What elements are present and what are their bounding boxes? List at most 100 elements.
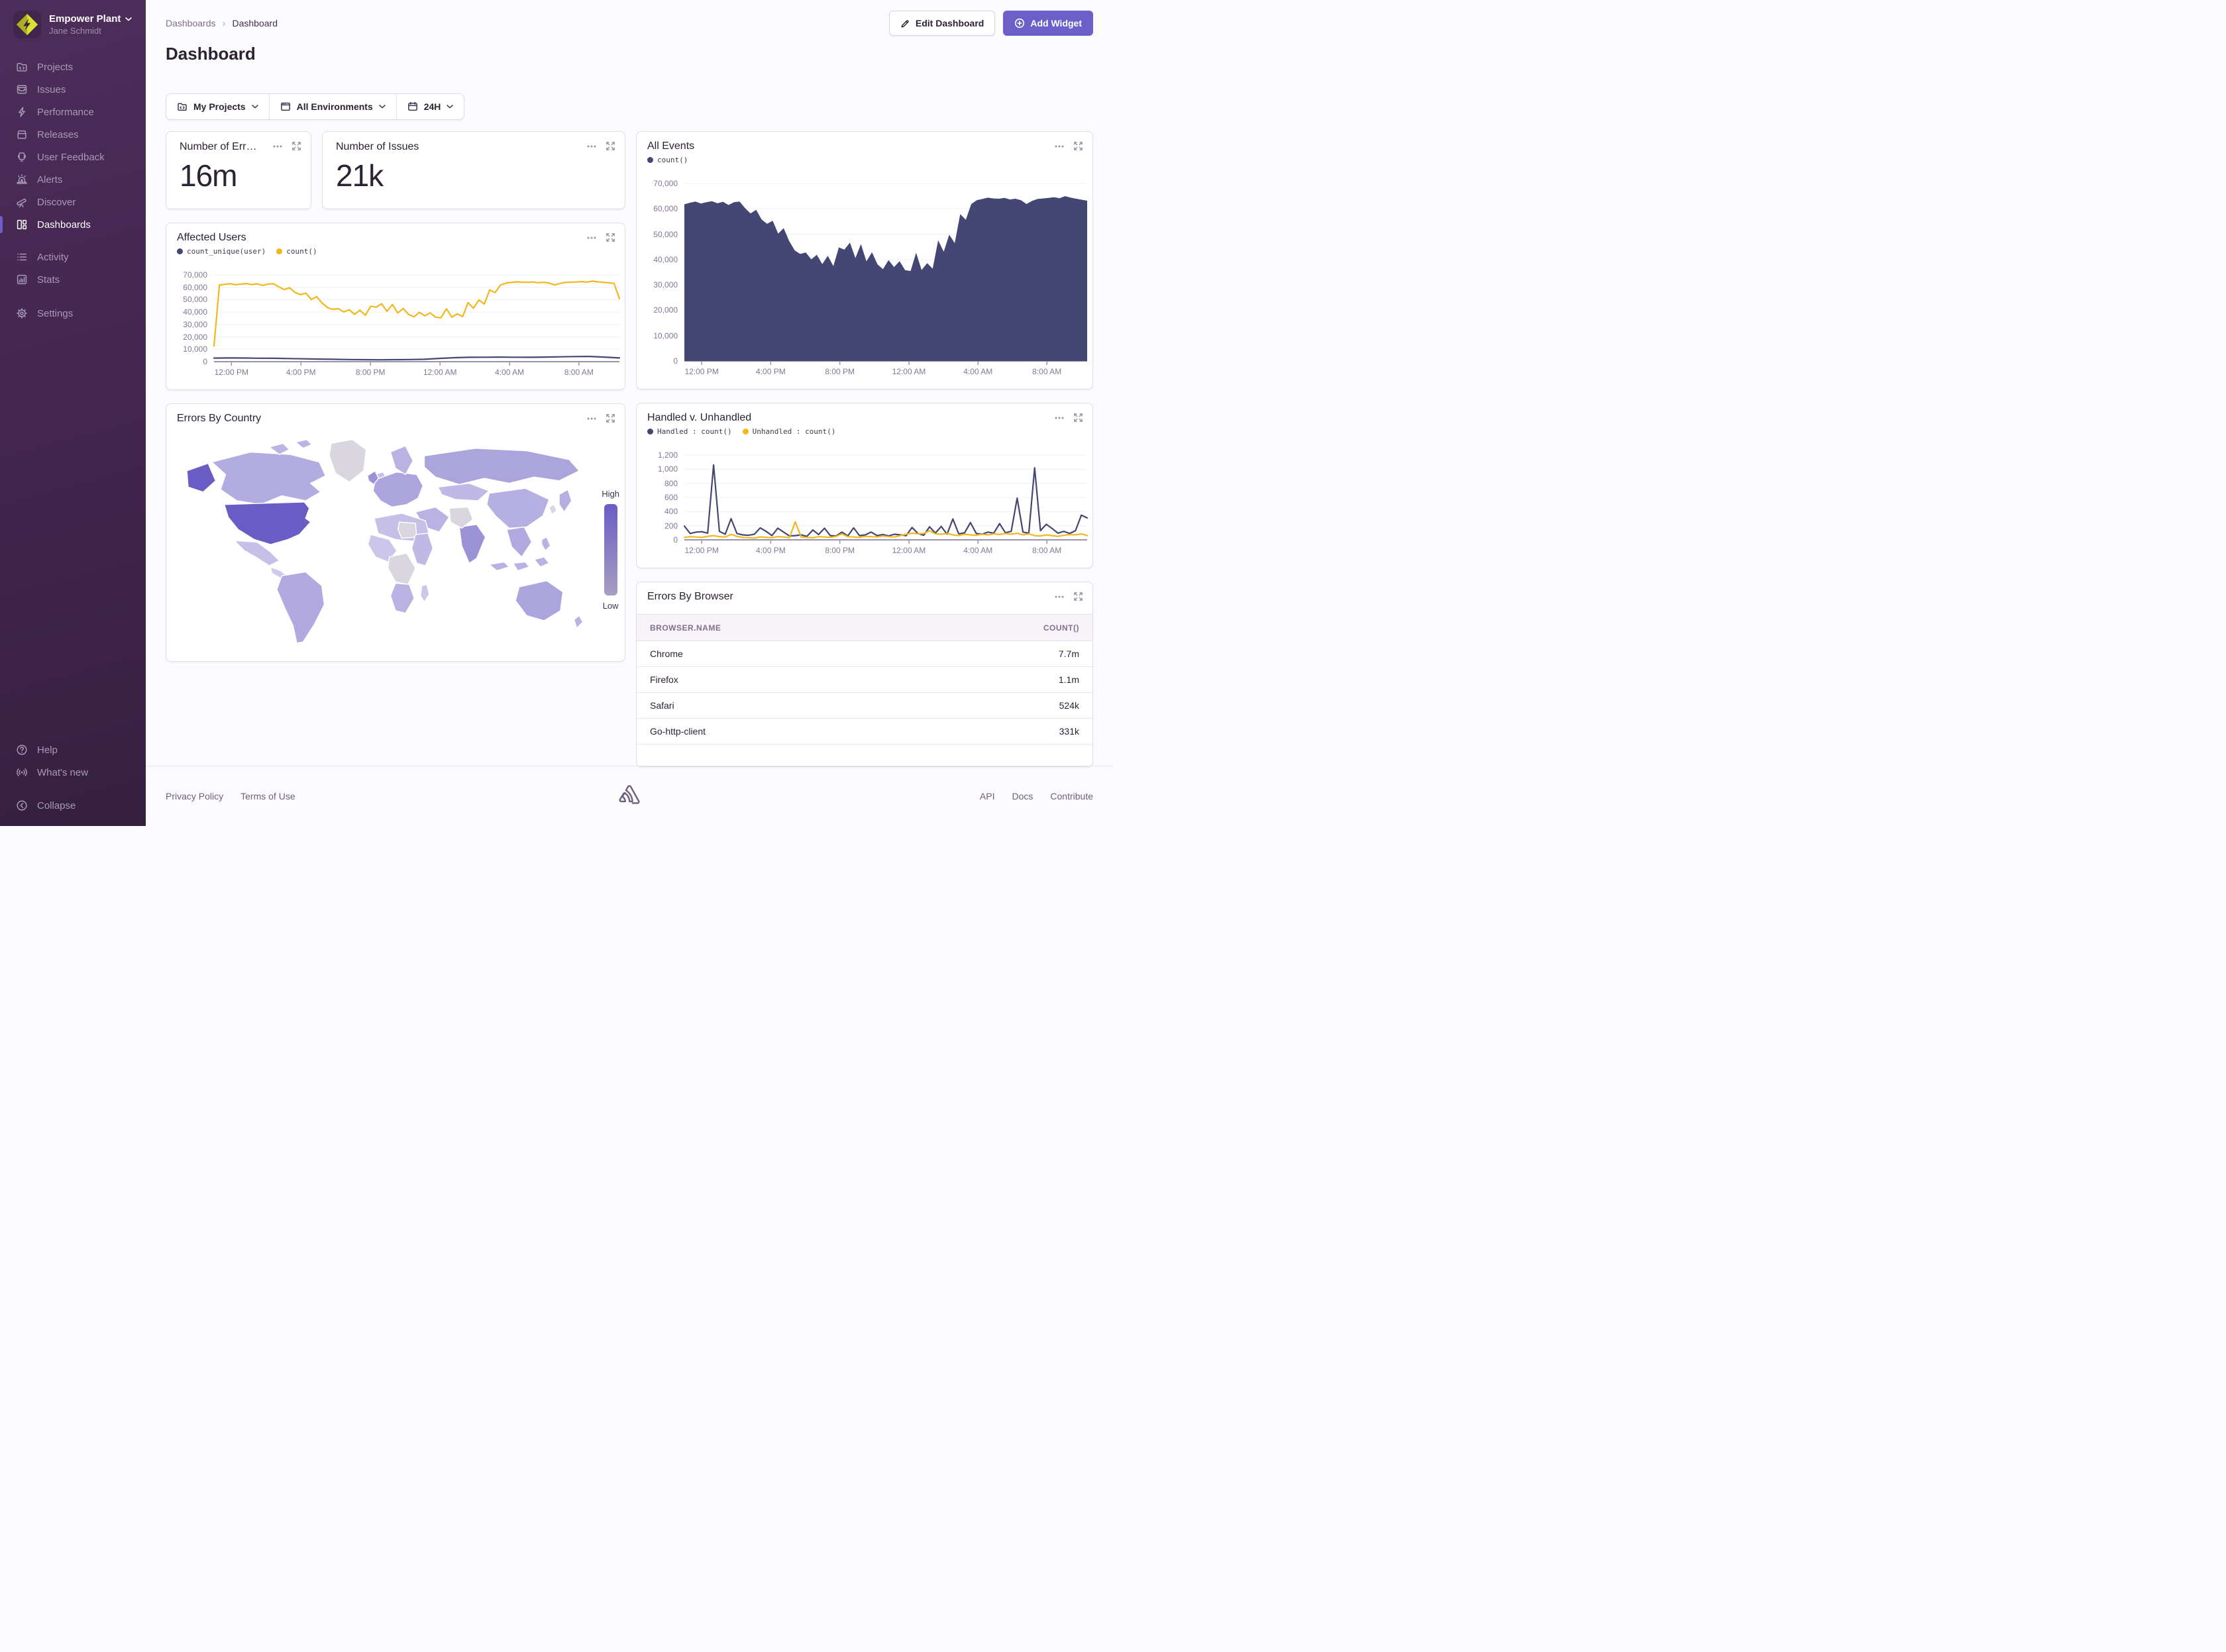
region-iran[interactable] bbox=[449, 507, 473, 528]
region-se-asia[interactable] bbox=[507, 527, 532, 557]
widget-menu-button[interactable] bbox=[1055, 141, 1064, 151]
environment-filter[interactable]: All Environments bbox=[269, 94, 396, 119]
affected-users-svg[interactable] bbox=[177, 271, 621, 379]
widget-title: Affected Users bbox=[177, 232, 246, 244]
sidebar-item-collapse[interactable]: Collapse bbox=[0, 794, 146, 817]
sidebar-item-user-feedback[interactable]: User Feedback bbox=[0, 146, 146, 168]
widget-menu-button[interactable] bbox=[1055, 592, 1064, 601]
region-canada[interactable] bbox=[212, 452, 326, 504]
legend-item-handled[interactable]: Handled : count() bbox=[647, 427, 732, 436]
region-africa-east[interactable] bbox=[412, 533, 433, 566]
widget-expand-button[interactable] bbox=[1073, 413, 1083, 423]
org-avatar bbox=[13, 11, 41, 38]
y-axis-label: 50,000 bbox=[647, 229, 678, 240]
docs-link[interactable]: Docs bbox=[1012, 791, 1034, 801]
region-central-asia[interactable] bbox=[438, 484, 489, 501]
region-libya[interactable] bbox=[398, 522, 417, 539]
widget-expand-button[interactable] bbox=[606, 413, 615, 423]
collapse-icon bbox=[16, 800, 28, 811]
sidebar-item-settings[interactable]: Settings bbox=[0, 302, 146, 325]
region-canada-islands[interactable] bbox=[270, 440, 312, 455]
y-axis-label: 1,000 bbox=[647, 464, 678, 474]
widget-expand-button[interactable] bbox=[606, 141, 615, 151]
region-new-zealand[interactable] bbox=[574, 615, 583, 628]
project-filter[interactable]: My Projects bbox=[166, 94, 269, 119]
y-axis-label: 50,000 bbox=[177, 294, 207, 305]
plus-circle-icon bbox=[1014, 18, 1025, 28]
date-range-filter[interactable]: 24H bbox=[396, 94, 464, 119]
chart-legend: count() bbox=[647, 156, 688, 164]
affected-users-chart[interactable]: 010,00020,00030,00040,00050,00060,00070,… bbox=[177, 271, 621, 379]
sentry-logo[interactable] bbox=[617, 784, 641, 805]
widget-menu-button[interactable] bbox=[1055, 413, 1064, 423]
calendar-icon bbox=[407, 101, 418, 112]
widget-menu-button[interactable] bbox=[587, 141, 596, 151]
sidebar-item-dashboards[interactable]: Dashboards bbox=[0, 213, 146, 236]
chart-legend: count_unique(user) count() bbox=[177, 247, 317, 256]
y-axis-label: 0 bbox=[177, 356, 207, 367]
sidebar-item-alerts[interactable]: Alerts bbox=[0, 168, 146, 191]
add-widget-button[interactable]: Add Widget bbox=[1003, 11, 1093, 36]
sidebar-item-projects[interactable]: Projects bbox=[0, 56, 146, 78]
sidebar-item-help[interactable]: Help bbox=[0, 739, 146, 761]
region-africa-south[interactable] bbox=[390, 583, 414, 613]
legend-item-unhandled[interactable]: Unhandled : count() bbox=[743, 427, 836, 436]
contribute-link[interactable]: Contribute bbox=[1050, 791, 1093, 801]
sidebar-item-stats[interactable]: Stats bbox=[0, 268, 146, 291]
breadcrumb-dashboards-link[interactable]: Dashboards bbox=[166, 18, 216, 28]
region-madagascar[interactable] bbox=[421, 584, 429, 601]
sidebar-item-releases[interactable]: Releases bbox=[0, 123, 146, 146]
legend-item-count-unique-user[interactable]: count_unique(user) bbox=[177, 247, 266, 256]
org-switcher[interactable]: Empower Plant Jane Schmidt bbox=[0, 0, 146, 38]
region-japan[interactable] bbox=[559, 490, 572, 512]
help-icon bbox=[16, 744, 28, 756]
widget-expand-button[interactable] bbox=[292, 141, 301, 151]
sidebar-item-activity[interactable]: Activity bbox=[0, 246, 146, 268]
region-australia[interactable] bbox=[515, 581, 563, 621]
sidebar-item-label: Activity bbox=[37, 252, 69, 263]
table-row: Safari 524k bbox=[637, 693, 1092, 719]
widget-title: Errors By Country bbox=[177, 413, 261, 425]
handled-vs-unhandled-svg[interactable] bbox=[647, 451, 1088, 557]
edit-dashboard-button[interactable]: Edit Dashboard bbox=[889, 11, 995, 36]
widget-menu-button[interactable] bbox=[587, 232, 596, 242]
handled-vs-unhandled-chart[interactable]: 02004006008001,0001,20012:00 PM4:00 PM8:… bbox=[647, 451, 1088, 557]
legend-item-count[interactable]: count() bbox=[276, 247, 317, 256]
region-greenland[interactable] bbox=[329, 440, 366, 482]
sidebar-item-issues[interactable]: Issues bbox=[0, 78, 146, 101]
widget-expand-button[interactable] bbox=[606, 232, 615, 242]
widget-expand-button[interactable] bbox=[1073, 592, 1083, 601]
all-events-chart[interactable]: 010,00020,00030,00040,00050,00060,00070,… bbox=[647, 180, 1088, 378]
api-link[interactable]: API bbox=[980, 791, 995, 801]
widget-menu-button[interactable] bbox=[587, 413, 596, 423]
legend-dot bbox=[743, 429, 749, 435]
region-africa-central[interactable] bbox=[388, 553, 415, 584]
region-alaska[interactable] bbox=[187, 463, 215, 491]
x-axis-label: 12:00 AM bbox=[410, 368, 470, 377]
region-mexico[interactable] bbox=[235, 541, 280, 566]
cell-browser: Safari bbox=[650, 700, 674, 711]
widget-menu-button[interactable] bbox=[273, 141, 282, 151]
sidebar-item-whats-new[interactable]: What's new bbox=[0, 761, 146, 784]
terms-of-use-link[interactable]: Terms of Use bbox=[240, 791, 295, 801]
region-europe[interactable] bbox=[373, 472, 423, 507]
privacy-policy-link[interactable]: Privacy Policy bbox=[166, 791, 223, 801]
region-russia[interactable] bbox=[424, 448, 579, 485]
ellipsis-icon bbox=[587, 417, 596, 420]
region-south-america[interactable] bbox=[277, 572, 325, 643]
region-china[interactable] bbox=[487, 488, 549, 528]
region-indonesia[interactable] bbox=[513, 562, 529, 570]
region-india[interactable] bbox=[459, 525, 486, 563]
region-philippines[interactable] bbox=[542, 537, 551, 551]
region-indonesia[interactable] bbox=[534, 557, 549, 567]
legend-item-count[interactable]: count() bbox=[647, 156, 688, 164]
region-usa[interactable] bbox=[225, 502, 311, 544]
dashboards-icon bbox=[16, 219, 28, 231]
region-korea[interactable] bbox=[549, 505, 556, 515]
widget-expand-button[interactable] bbox=[1073, 141, 1083, 151]
region-scandinavia[interactable] bbox=[390, 446, 413, 474]
all-events-svg[interactable] bbox=[647, 180, 1088, 378]
sidebar-item-performance[interactable]: Performance bbox=[0, 101, 146, 123]
sidebar-item-discover[interactable]: Discover bbox=[0, 191, 146, 213]
region-indonesia[interactable] bbox=[489, 562, 509, 570]
